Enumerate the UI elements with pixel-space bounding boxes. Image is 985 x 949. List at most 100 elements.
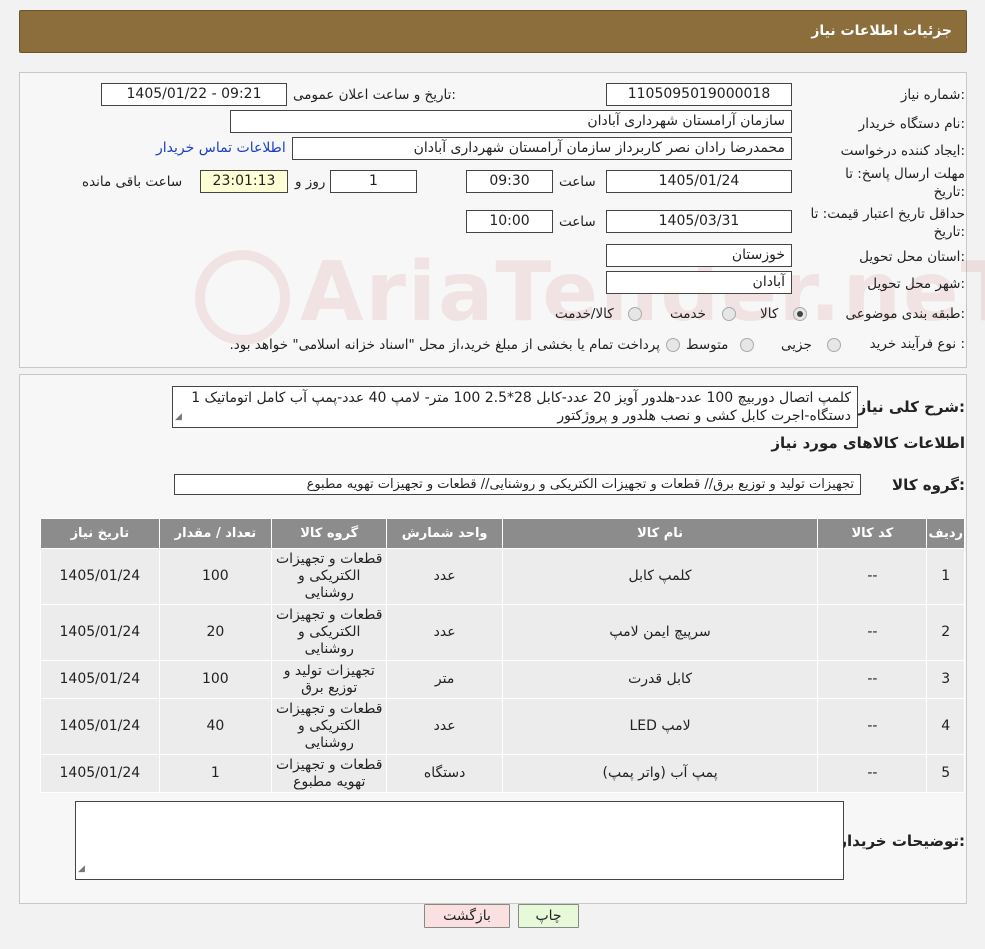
remaining-label: ساعت باقی مانده [82,174,183,190]
deadline-date-field[interactable]: 1405/01/24 [606,170,792,193]
table-row[interactable]: 3 -- کابل قدرت متر تجهیزات تولید و توزیع… [40,660,965,699]
items-table: ردیف کد کالا نام کالا واحد شمارش گروه کا… [40,518,965,793]
cell-group: قطعات و تجهیزات الکتریکی و روشنایی [271,548,388,605]
category-radio-goods-service[interactable] [628,307,642,321]
cell-name: کابل قدرت [501,660,819,699]
cell-group: قطعات و تجهیزات الکتریکی و روشنایی [271,698,388,755]
city-label: شهر محل تحویل: [867,276,965,292]
cell-unit: عدد [386,604,503,661]
validity-time-field[interactable]: 10:00 [466,210,553,233]
cell-row-number: 1 [926,548,965,605]
cell-name: کلمپ کابل [501,548,819,605]
process-label: نوع فرآیند خرید : [869,336,965,352]
cell-unit: عدد [386,548,503,605]
buyer-contact-link[interactable]: اطلاعات تماس خریدار [156,140,286,156]
deadline-time-label: ساعت [559,174,596,190]
summary-label: شرح کلی نیاز: [857,398,965,416]
cell-group: تجهیزات تولید و توزیع برق [271,660,388,699]
process-option-minor: جزیی [781,337,812,353]
category-option-goods-service: کالا/خدمت [555,306,614,322]
cell-unit: دستگاه [386,754,503,793]
cell-name: پمپ آب (واتر پمپ) [501,754,819,793]
page-title: جزئیات اطلاعات نیاز [811,23,952,39]
process-option-medium: متوسط [686,337,729,353]
resize-handle-icon[interactable]: ◢ [78,860,85,878]
page-header: جزئیات اطلاعات نیاز [19,10,967,53]
creator-label: ایجاد کننده درخواست: [840,143,965,159]
category-radio-goods[interactable] [793,307,807,321]
goods-info-title: اطلاعات کالاهای مورد نیاز [771,434,965,452]
cell-unit: متر [386,660,503,699]
table-row[interactable]: 2 -- سرپیچ ایمن لامپ عدد قطعات و تجهیزات… [40,604,965,661]
validity-label: حداقل تاریخ اعتبار قیمت: تا [810,206,965,222]
col-header-row-number: ردیف [926,518,965,549]
cell-row-number: 3 [926,660,965,699]
days-field[interactable]: 1 [330,170,417,193]
validity-time-label: ساعت [559,214,596,230]
cell-code: -- [817,548,928,605]
cell-date: 1405/01/24 [40,698,160,755]
cell-name: سرپیچ ایمن لامپ [501,604,819,661]
buyer-org-field[interactable]: سازمان آرامستان شهرداری آبادان [230,110,792,133]
cell-date: 1405/01/24 [40,660,160,699]
cell-row-number: 2 [926,604,965,661]
validity-date-field[interactable]: 1405/03/31 [606,210,792,233]
cell-code: -- [817,604,928,661]
col-header-name: نام کالا [501,518,819,549]
buyer-notes-label: توضیحات خریدار: [838,832,965,850]
buyer-notes-textarea[interactable]: ◢ [75,801,844,880]
validity-label-date: تاریخ: [933,224,965,240]
need-number-label: شماره نیاز: [900,87,965,103]
category-option-service: خدمت [670,306,706,322]
back-button[interactable]: بازگشت [424,904,510,928]
col-header-quantity: تعداد / مقدار [158,518,273,549]
col-header-code: کد کالا [817,518,928,549]
cell-date: 1405/01/24 [40,604,160,661]
province-field[interactable]: خوزستان [606,244,792,267]
summary-textarea[interactable]: کلمپ اتصال دوربیچ 100 عدد-هلدور آویز 20 … [172,386,858,428]
cell-name: لامپ LED [501,698,819,755]
resize-handle-icon[interactable]: ◢ [175,408,182,426]
process-radio-minor[interactable] [827,338,841,352]
cell-code: -- [817,698,928,755]
category-option-goods: کالا [760,306,779,322]
table-row[interactable]: 4 -- لامپ LED عدد قطعات و تجهیزات الکتری… [40,698,965,755]
col-header-date: تاریخ نیاز [40,518,160,549]
process-radio-medium[interactable] [740,338,754,352]
cell-date: 1405/01/24 [40,548,160,605]
goods-group-label: گروه کالا: [892,476,965,494]
cell-code: -- [817,660,928,699]
cell-quantity: 20 [158,604,273,661]
city-field[interactable]: آبادان [606,271,792,294]
print-button[interactable]: چاپ [518,904,579,928]
summary-text: کلمپ اتصال دوربیچ 100 عدد-هلدور آویز 20 … [191,390,851,424]
col-header-group: گروه کالا [271,518,388,549]
cell-group: قطعات و تجهیزات تهویه مطبوع [271,754,388,793]
creator-field[interactable]: محمدرضا رادان نصر کاربرداز سازمان آرامست… [292,137,792,160]
goods-group-field[interactable]: تجهیزات تولید و توزیع برق// قطعات و تجهی… [174,474,861,495]
cell-code: -- [817,754,928,793]
cell-group: قطعات و تجهیزات الکتریکی و روشنایی [271,604,388,661]
category-radio-service[interactable] [722,307,736,321]
deadline-time-field[interactable]: 09:30 [466,170,553,193]
cell-unit: عدد [386,698,503,755]
cell-quantity: 1 [158,754,273,793]
cell-quantity: 40 [158,698,273,755]
col-header-unit: واحد شمارش [386,518,503,549]
deadline-label-date: تاریخ: [933,184,965,200]
cell-quantity: 100 [158,548,273,605]
province-label: استان محل تحویل: [859,249,965,265]
cell-row-number: 5 [926,754,965,793]
process-note: پرداخت تمام یا بخشی از مبلغ خرید،از محل … [229,337,660,353]
remaining-time-field[interactable]: 23:01:13 [200,170,288,193]
table-header-row: ردیف کد کالا نام کالا واحد شمارش گروه کا… [40,518,965,549]
cell-date: 1405/01/24 [40,754,160,793]
table-row[interactable]: 1 -- کلمپ کابل عدد قطعات و تجهیزات الکتر… [40,548,965,605]
need-number-field[interactable]: 1105095019000018 [606,83,792,106]
cell-row-number: 4 [926,698,965,755]
days-label: روز و [295,174,326,190]
table-row[interactable]: 5 -- پمپ آب (واتر پمپ) دستگاه قطعات و تج… [40,754,965,793]
process-radio-treasury[interactable] [666,338,680,352]
announce-field[interactable]: 1405/01/22 - 09:21 [101,83,287,106]
cell-quantity: 100 [158,660,273,699]
